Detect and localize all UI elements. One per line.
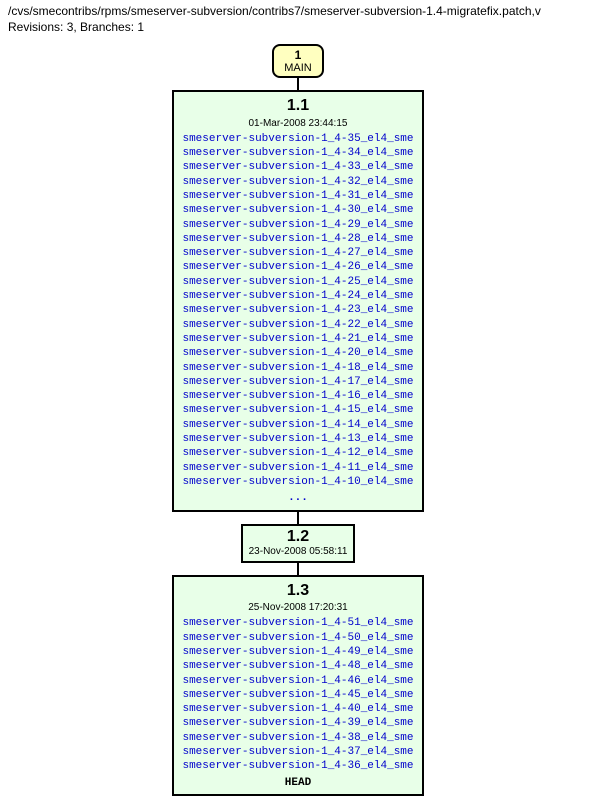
revision-tag: smeserver-subversion-1_4-16_el4_sme	[182, 389, 413, 403]
revision-date: 23-Nov-2008 05:58:11	[249, 546, 348, 557]
revision-tag: smeserver-subversion-1_4-51_el4_sme	[182, 616, 413, 630]
revision-tag: smeserver-subversion-1_4-26_el4_sme	[182, 260, 413, 274]
connector-line	[297, 78, 299, 90]
revision-tag: smeserver-subversion-1_4-27_el4_sme	[182, 246, 413, 260]
revision-tag: smeserver-subversion-1_4-23_el4_sme	[182, 303, 413, 317]
revision-tag: smeserver-subversion-1_4-17_el4_sme	[182, 375, 413, 389]
revision-number: 1.3	[182, 581, 413, 602]
header: /cvs/smecontribs/rpms/smeserver-subversi…	[0, 0, 596, 42]
revision-tag: smeserver-subversion-1_4-18_el4_sme	[182, 361, 413, 375]
branch-node[interactable]: 1 MAIN	[272, 44, 324, 78]
revision-tag: smeserver-subversion-1_4-25_el4_sme	[182, 275, 413, 289]
revision-tags: smeserver-subversion-1_4-35_el4_smesmese…	[182, 132, 413, 489]
revision-tag: smeserver-subversion-1_4-48_el4_sme	[182, 659, 413, 673]
revision-tag: smeserver-subversion-1_4-28_el4_sme	[182, 232, 413, 246]
revision-tag: smeserver-subversion-1_4-14_el4_sme	[182, 418, 413, 432]
ellipsis: ...	[182, 491, 413, 505]
revision-tag: smeserver-subversion-1_4-11_el4_sme	[182, 461, 413, 475]
revision-tag: smeserver-subversion-1_4-45_el4_sme	[182, 688, 413, 702]
revision-tag: smeserver-subversion-1_4-32_el4_sme	[182, 175, 413, 189]
revision-date: 01-Mar-2008 23:44:15	[182, 117, 413, 130]
revision-tag: smeserver-subversion-1_4-35_el4_sme	[182, 132, 413, 146]
revision-tag: smeserver-subversion-1_4-33_el4_sme	[182, 160, 413, 174]
revision-stats: Revisions: 3, Branches: 1	[8, 20, 588, 34]
revision-tag: smeserver-subversion-1_4-21_el4_sme	[182, 332, 413, 346]
revision-number: 1.1	[182, 96, 413, 117]
revision-tag: smeserver-subversion-1_4-37_el4_sme	[182, 745, 413, 759]
revision-node-2[interactable]: 1.2 23-Nov-2008 05:58:11	[241, 524, 356, 563]
revision-node-1[interactable]: 1.1 01-Mar-2008 23:44:15 smeserver-subve…	[172, 90, 423, 512]
revision-tag: smeserver-subversion-1_4-34_el4_sme	[182, 146, 413, 160]
revision-graph: 1 MAIN 1.1 01-Mar-2008 23:44:15 smeserve…	[0, 42, 596, 796]
file-path: /cvs/smecontribs/rpms/smeserver-subversi…	[8, 4, 588, 18]
revision-tag: smeserver-subversion-1_4-24_el4_sme	[182, 289, 413, 303]
revision-tag: smeserver-subversion-1_4-36_el4_sme	[182, 759, 413, 773]
revision-tag: smeserver-subversion-1_4-50_el4_sme	[182, 631, 413, 645]
revision-tag: smeserver-subversion-1_4-39_el4_sme	[182, 716, 413, 730]
branch-number: 1	[284, 48, 312, 62]
revision-tag: smeserver-subversion-1_4-40_el4_sme	[182, 702, 413, 716]
connector-line	[297, 563, 299, 575]
connector-line	[297, 512, 299, 524]
head-label: HEAD	[182, 776, 413, 790]
revision-number: 1.2	[249, 528, 348, 546]
revision-tag: smeserver-subversion-1_4-30_el4_sme	[182, 203, 413, 217]
revision-tag: smeserver-subversion-1_4-15_el4_sme	[182, 403, 413, 417]
revision-tag: smeserver-subversion-1_4-22_el4_sme	[182, 318, 413, 332]
revision-tags: smeserver-subversion-1_4-51_el4_smesmese…	[182, 616, 413, 773]
revision-tag: smeserver-subversion-1_4-12_el4_sme	[182, 446, 413, 460]
revision-tag: smeserver-subversion-1_4-46_el4_sme	[182, 674, 413, 688]
revision-tag: smeserver-subversion-1_4-49_el4_sme	[182, 645, 413, 659]
revision-date: 25-Nov-2008 17:20:31	[182, 601, 413, 614]
revision-tag: smeserver-subversion-1_4-20_el4_sme	[182, 346, 413, 360]
revision-tag: smeserver-subversion-1_4-29_el4_sme	[182, 218, 413, 232]
revision-tag: smeserver-subversion-1_4-38_el4_sme	[182, 731, 413, 745]
revision-tag: smeserver-subversion-1_4-31_el4_sme	[182, 189, 413, 203]
revision-tag: smeserver-subversion-1_4-10_el4_sme	[182, 475, 413, 489]
branch-name: MAIN	[284, 62, 312, 74]
revision-node-3[interactable]: 1.3 25-Nov-2008 17:20:31 smeserver-subve…	[172, 575, 423, 796]
revision-tag: smeserver-subversion-1_4-13_el4_sme	[182, 432, 413, 446]
